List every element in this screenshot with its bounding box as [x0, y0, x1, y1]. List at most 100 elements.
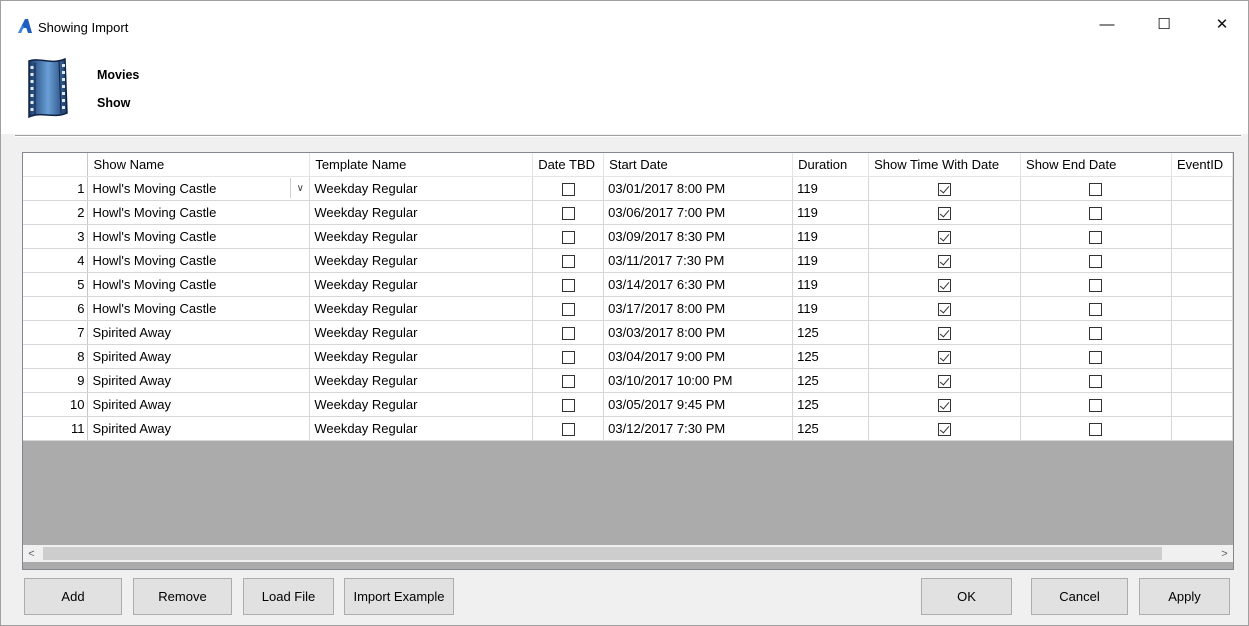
- table-row[interactable]: 6 Howl's Moving Castle Weekday Regular 03/1…: [23, 296, 1233, 321]
- show-name-cell[interactable]: Spirited Away: [87, 344, 311, 369]
- table-row[interactable]: 1 Howl's Moving Castle ∨ Weekday Regular 03/…: [23, 176, 1233, 201]
- duration-cell[interactable]: 119: [792, 200, 870, 225]
- show-end-date-checkbox[interactable]: [1089, 351, 1103, 365]
- event-id-cell[interactable]: [1171, 416, 1233, 441]
- show-name-cell[interactable]: Howl's Moving Castle: [87, 296, 311, 321]
- template-name-cell[interactable]: Weekday Regular: [309, 320, 534, 345]
- date-tbd-checkbox[interactable]: [561, 279, 575, 293]
- title-bar[interactable]: Showing Import — ☐ ✕: [1, 1, 1248, 47]
- duration-cell[interactable]: 125: [792, 392, 870, 417]
- show-end-date-checkbox[interactable]: [1089, 255, 1103, 269]
- scroll-right-arrow-icon[interactable]: >: [1216, 545, 1233, 562]
- template-name-cell[interactable]: Weekday Regular: [309, 416, 534, 441]
- row-number[interactable]: 8: [23, 344, 89, 369]
- column-header-show-name[interactable]: Show Name: [87, 153, 311, 177]
- event-id-cell[interactable]: [1171, 368, 1233, 393]
- table-row[interactable]: 5 Howl's Moving Castle Weekday Regular 03/1…: [23, 272, 1233, 297]
- event-id-cell[interactable]: [1171, 224, 1233, 249]
- start-date-cell[interactable]: 03/10/2017 10:00 PM: [603, 368, 794, 393]
- duration-cell[interactable]: 119: [792, 224, 870, 249]
- show-name-cell[interactable]: Howl's Moving Castle: [87, 224, 311, 249]
- show-name-cell[interactable]: Spirited Away: [87, 368, 311, 393]
- scroll-left-arrow-icon[interactable]: <: [23, 545, 40, 562]
- template-name-cell[interactable]: Weekday Regular: [309, 248, 534, 273]
- show-end-date-checkbox[interactable]: [1089, 183, 1103, 197]
- remove-button[interactable]: Remove: [133, 578, 232, 615]
- show-time-with-date-checkbox[interactable]: [938, 327, 952, 341]
- show-import-grid[interactable]: Show Name Template Name Date TBD Start Date…: [22, 152, 1234, 570]
- date-tbd-checkbox[interactable]: [561, 399, 575, 413]
- horizontal-scrollbar[interactable]: < >: [23, 545, 1233, 562]
- template-name-cell[interactable]: Weekday Regular: [309, 368, 534, 393]
- column-header-template-name[interactable]: Template Name: [309, 153, 534, 177]
- template-name-cell[interactable]: Weekday Regular: [309, 176, 534, 201]
- start-date-cell[interactable]: 03/06/2017 7:00 PM: [603, 200, 794, 225]
- column-header-event-id[interactable]: EventID: [1171, 153, 1233, 177]
- duration-cell[interactable]: 125: [792, 320, 870, 345]
- event-id-cell[interactable]: [1171, 392, 1233, 417]
- import-example-button[interactable]: Import Example: [344, 578, 454, 615]
- show-time-with-date-checkbox[interactable]: [938, 279, 952, 293]
- start-date-cell[interactable]: 03/03/2017 8:00 PM: [603, 320, 794, 345]
- duration-cell[interactable]: 119: [792, 296, 870, 321]
- start-date-cell[interactable]: 03/09/2017 8:30 PM: [603, 224, 794, 249]
- template-name-cell[interactable]: Weekday Regular: [309, 344, 534, 369]
- date-tbd-checkbox[interactable]: [561, 423, 575, 437]
- template-name-cell[interactable]: Weekday Regular: [309, 224, 534, 249]
- table-row[interactable]: 2 Howl's Moving Castle Weekday Regular 03/0…: [23, 200, 1233, 225]
- column-header-start-date[interactable]: Start Date: [603, 153, 794, 177]
- template-name-cell[interactable]: Weekday Regular: [309, 272, 534, 297]
- scrollbar-thumb[interactable]: [43, 547, 1162, 560]
- duration-cell[interactable]: 119: [792, 176, 870, 201]
- date-tbd-checkbox[interactable]: [561, 351, 575, 365]
- show-name-cell[interactable]: Spirited Away: [87, 392, 311, 417]
- show-name-cell[interactable]: Howl's Moving Castle: [87, 248, 311, 273]
- column-header-row-header[interactable]: [23, 153, 89, 177]
- show-name-cell[interactable]: Spirited Away: [87, 320, 311, 345]
- date-tbd-checkbox[interactable]: [561, 183, 575, 197]
- show-end-date-checkbox[interactable]: [1089, 279, 1103, 293]
- show-name-cell[interactable]: Howl's Moving Castle: [87, 200, 311, 225]
- start-date-cell[interactable]: 03/11/2017 7:30 PM: [603, 248, 794, 273]
- column-header-date-tbd[interactable]: Date TBD: [532, 153, 605, 177]
- start-date-cell[interactable]: 03/17/2017 8:00 PM: [603, 296, 794, 321]
- event-id-cell[interactable]: [1171, 272, 1233, 297]
- ok-button[interactable]: OK: [921, 578, 1012, 615]
- start-date-cell[interactable]: 03/12/2017 7:30 PM: [603, 416, 794, 441]
- event-id-cell[interactable]: [1171, 248, 1233, 273]
- row-number[interactable]: 1: [23, 176, 89, 201]
- row-number[interactable]: 9: [23, 368, 89, 393]
- load-file-button[interactable]: Load File: [243, 578, 334, 615]
- show-time-with-date-checkbox[interactable]: [938, 255, 952, 269]
- event-id-cell[interactable]: [1171, 296, 1233, 321]
- event-id-cell[interactable]: [1171, 344, 1233, 369]
- apply-button[interactable]: Apply: [1139, 578, 1230, 615]
- duration-cell[interactable]: 119: [792, 248, 870, 273]
- column-header-duration[interactable]: Duration: [792, 153, 870, 177]
- duration-cell[interactable]: 119: [792, 272, 870, 297]
- table-row[interactable]: 8 Spirited Away Weekday Regular 03/04/2017 …: [23, 344, 1233, 369]
- start-date-cell[interactable]: 03/01/2017 8:00 PM: [603, 176, 794, 201]
- date-tbd-checkbox[interactable]: [561, 255, 575, 269]
- show-time-with-date-checkbox[interactable]: [938, 375, 952, 389]
- show-name-cell[interactable]: Howl's Moving Castle: [87, 272, 311, 297]
- show-end-date-checkbox[interactable]: [1089, 423, 1103, 437]
- duration-cell[interactable]: 125: [792, 344, 870, 369]
- event-id-cell[interactable]: [1171, 320, 1233, 345]
- show-end-date-checkbox[interactable]: [1089, 399, 1103, 413]
- event-id-cell[interactable]: [1171, 176, 1233, 201]
- template-name-cell[interactable]: Weekday Regular: [309, 392, 534, 417]
- minimize-button[interactable]: —: [1084, 1, 1130, 47]
- show-time-with-date-checkbox[interactable]: [938, 207, 952, 221]
- show-end-date-checkbox[interactable]: [1089, 207, 1103, 221]
- show-time-with-date-checkbox[interactable]: [938, 399, 952, 413]
- show-end-date-checkbox[interactable]: [1089, 375, 1103, 389]
- date-tbd-checkbox[interactable]: [561, 231, 575, 245]
- row-number[interactable]: 10: [23, 392, 89, 417]
- show-end-date-checkbox[interactable]: [1089, 327, 1103, 341]
- show-end-date-checkbox[interactable]: [1089, 231, 1103, 245]
- table-row[interactable]: 10 Spirited Away Weekday Regular 03/05/2017…: [23, 392, 1233, 417]
- maximize-button[interactable]: ☐: [1141, 1, 1187, 47]
- row-number[interactable]: 2: [23, 200, 89, 225]
- chevron-down-icon[interactable]: ∨: [290, 178, 309, 198]
